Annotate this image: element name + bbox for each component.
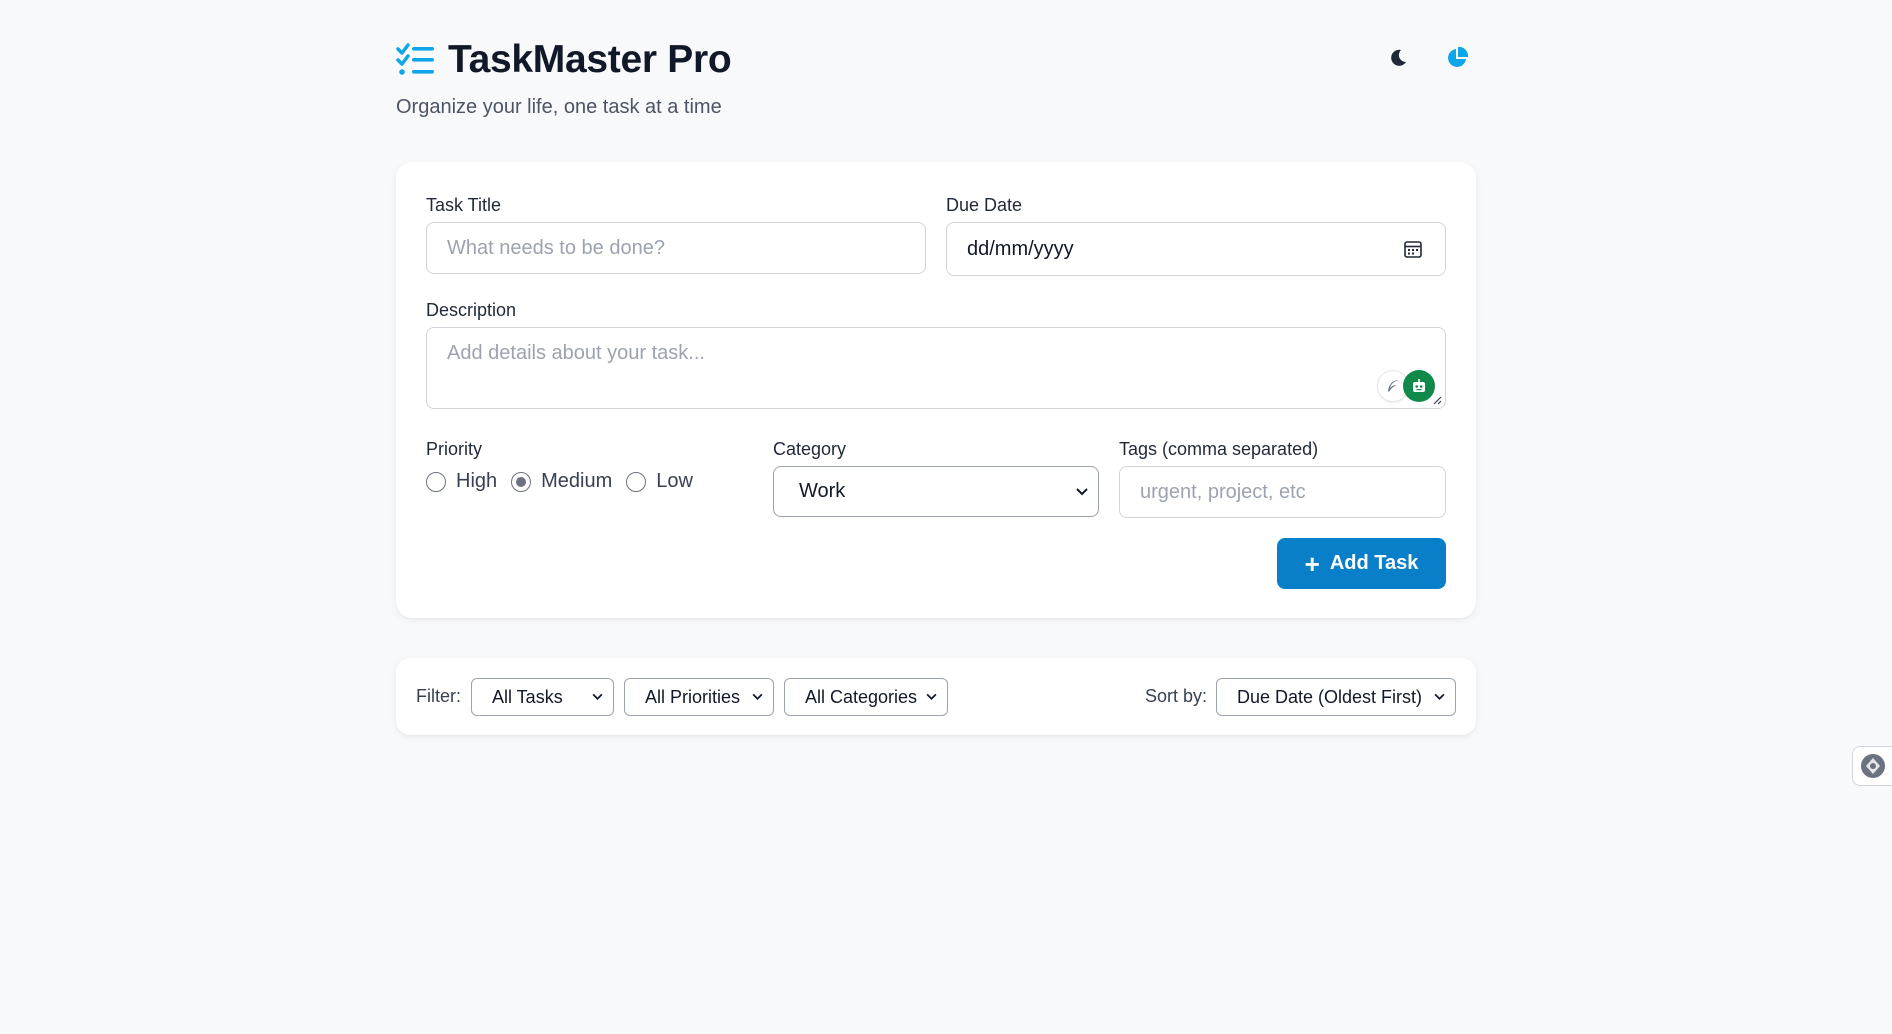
chevron-down-icon xyxy=(926,693,937,700)
task-title-placeholder: What needs to be done? xyxy=(447,236,665,259)
robot-icon xyxy=(1413,379,1425,392)
priority-radio-group: High Medium Low xyxy=(426,470,707,493)
priority-low-radio[interactable]: Low xyxy=(626,470,693,493)
filter-bar: Filter: All Tasks All Priorities All Cat… xyxy=(396,658,1476,735)
status-filter-value: All Tasks xyxy=(492,686,563,707)
tags-input[interactable]: urgent, project, etc xyxy=(1119,466,1446,518)
extension-logo-icon xyxy=(1860,754,1885,778)
priority-option-label: Medium xyxy=(541,470,613,492)
priority-label: Priority xyxy=(426,439,483,459)
tags-placeholder: urgent, project, etc xyxy=(1140,480,1306,503)
chevron-down-icon xyxy=(1076,487,1088,495)
sort-select[interactable]: Due Date (Oldest First) xyxy=(1216,678,1456,716)
header: TaskMaster Pro Organize your life, one t… xyxy=(396,0,1476,160)
filter-label: Filter: xyxy=(416,686,461,706)
task-title-input[interactable]: What needs to be done? xyxy=(426,222,926,274)
priority-medium-radio[interactable]: Medium xyxy=(511,470,612,493)
add-task-button[interactable]: + Add Task xyxy=(1277,538,1446,589)
due-date-label: Due Date xyxy=(946,195,1023,215)
statistics-button[interactable] xyxy=(1439,40,1475,76)
category-label: Category xyxy=(773,439,847,459)
category-select[interactable]: Work xyxy=(773,466,1099,517)
priority-filter-value: All Priorities xyxy=(645,686,741,707)
app-subtitle: Organize your life, one task at a time xyxy=(396,96,722,118)
radio-circle-checked xyxy=(511,471,532,492)
chevron-down-icon xyxy=(592,693,603,700)
moon-icon xyxy=(1391,49,1406,66)
category-filter-value: All Categories xyxy=(805,686,918,707)
brand: TaskMaster Pro xyxy=(396,38,732,82)
due-date-input[interactable]: dd/mm/yyyy xyxy=(946,222,1446,276)
priority-high-radio[interactable]: High xyxy=(426,470,497,493)
add-task-label: Add Task xyxy=(1329,552,1419,574)
feather-icon xyxy=(1388,380,1399,392)
radio-circle xyxy=(426,471,446,492)
calendar-icon[interactable] xyxy=(1403,239,1423,259)
priority-option-label: High xyxy=(456,470,498,492)
status-filter-select[interactable]: All Tasks xyxy=(471,678,614,716)
theme-toggle-button[interactable] xyxy=(1380,40,1416,76)
task-form-card: Task Title What needs to be done? Due Da… xyxy=(396,162,1476,618)
radio-circle xyxy=(626,471,647,492)
due-date-value: dd/mm/yyyy xyxy=(967,237,1074,260)
extension-buttons xyxy=(1377,370,1435,402)
category-filter-select[interactable]: All Categories xyxy=(784,678,948,716)
category-value: Work xyxy=(799,480,846,502)
app-container: TaskMaster Pro Organize your life, one t… xyxy=(396,0,1476,735)
pie-chart-icon xyxy=(1448,47,1468,67)
task-list-icon xyxy=(396,43,434,75)
description-label: Description xyxy=(426,300,517,320)
sort-value: Due Date (Oldest First) xyxy=(1237,686,1423,707)
assistant-extension-button[interactable] xyxy=(1403,370,1435,402)
tags-label: Tags (comma separated) xyxy=(1119,439,1319,459)
chevron-down-icon xyxy=(1434,693,1445,700)
resize-handle-icon[interactable] xyxy=(1432,395,1442,405)
floating-extension-widget[interactable] xyxy=(1852,746,1892,786)
plus-icon: + xyxy=(1304,548,1320,579)
chevron-down-icon xyxy=(752,693,763,700)
priority-option-label: Low xyxy=(656,470,693,492)
description-textarea[interactable]: Add details about your task... xyxy=(426,327,1446,409)
priority-filter-select[interactable]: All Priorities xyxy=(624,678,774,716)
task-title-label: Task Title xyxy=(426,195,502,215)
app-title: TaskMaster Pro xyxy=(448,38,732,81)
sort-label: Sort by: xyxy=(1145,686,1208,706)
description-placeholder: Add details about your task... xyxy=(447,342,705,364)
